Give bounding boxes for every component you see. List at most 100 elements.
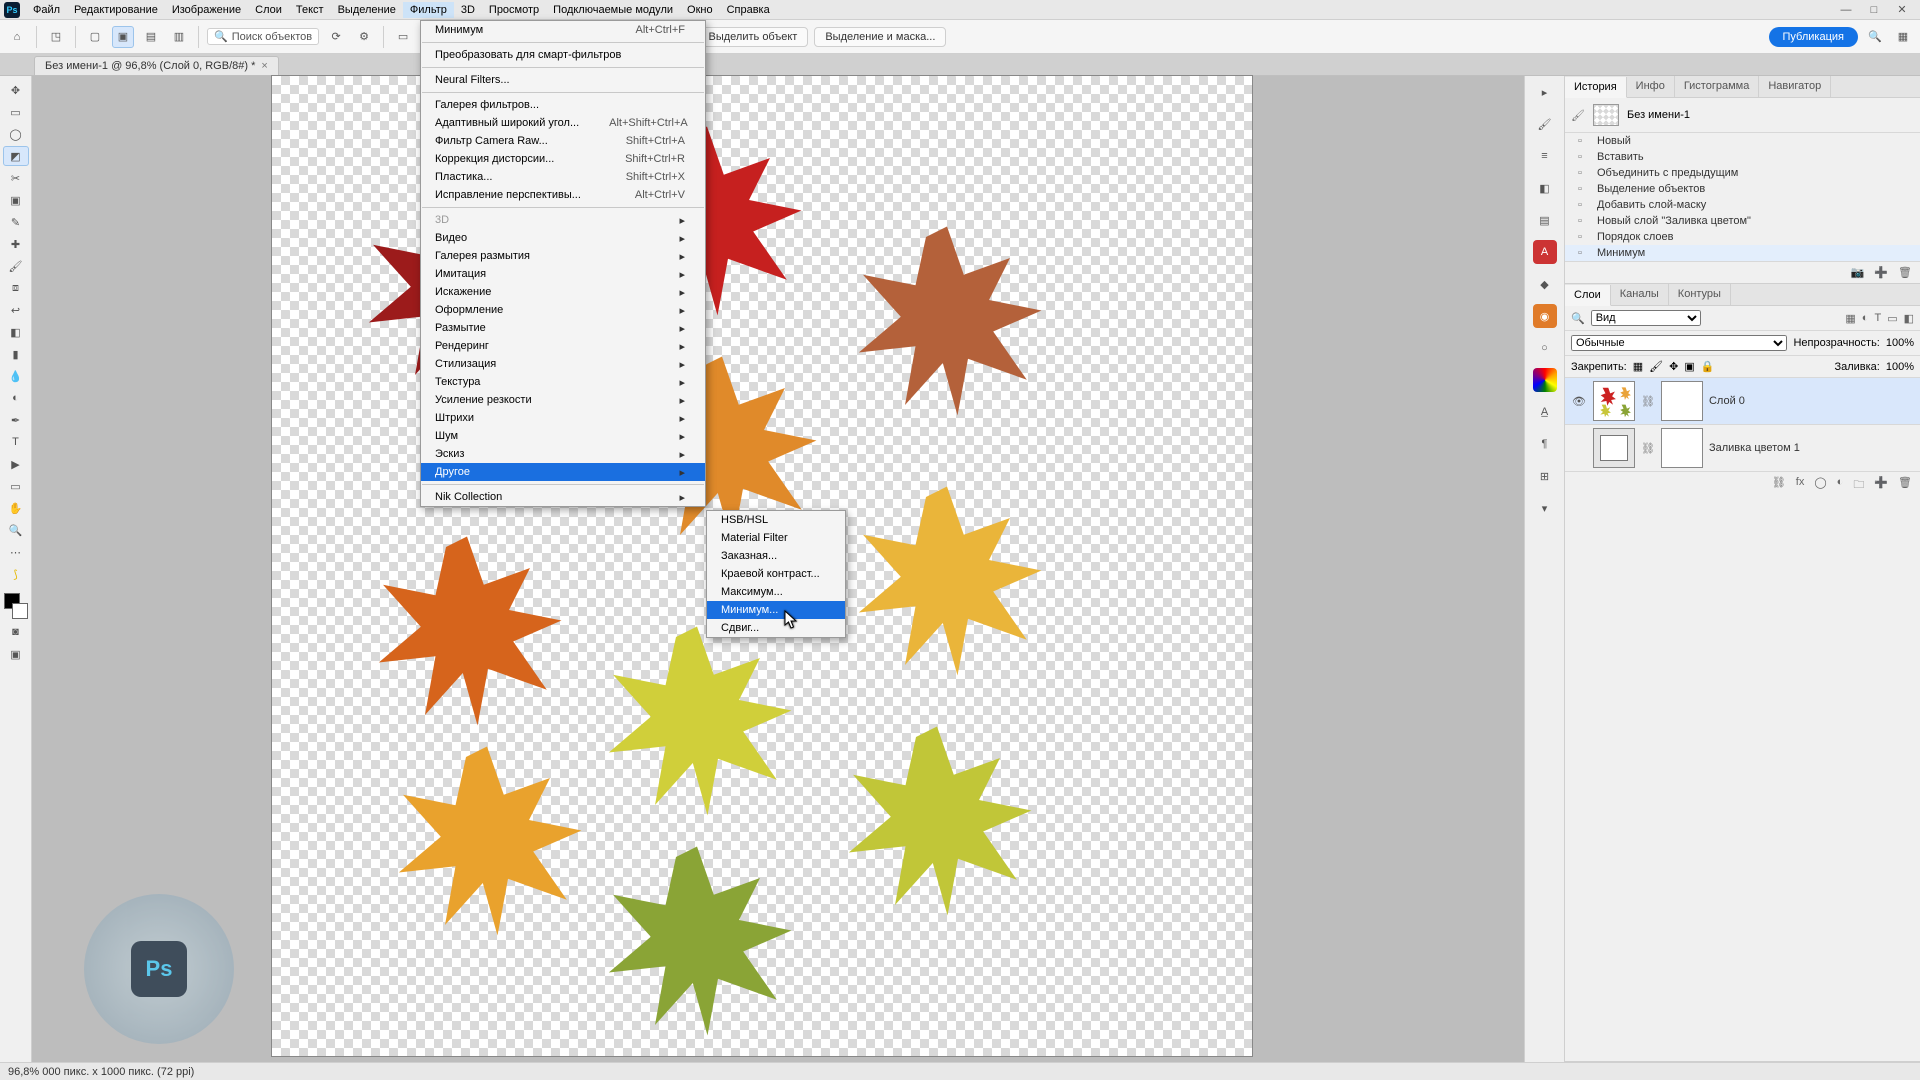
menu-group-blur[interactable]: Размытие▸ — [421, 319, 705, 337]
new-selection-icon[interactable]: ▢ — [84, 26, 106, 48]
heal-tool-icon[interactable]: ✚ — [3, 234, 29, 254]
menu-window[interactable]: Окно — [680, 2, 720, 18]
shapes-panel-icon[interactable]: ◆ — [1533, 272, 1557, 296]
frame-tool-icon[interactable]: ▣ — [3, 190, 29, 210]
menu-group-blur-gallery[interactable]: Галерея размытия▸ — [421, 247, 705, 265]
filter-smart-icon[interactable]: ◧ — [1904, 312, 1914, 325]
menu-file[interactable]: Файл — [26, 2, 67, 18]
submenu-custom[interactable]: Заказная... — [707, 547, 845, 565]
menu-item-last-filter[interactable]: МинимумAlt+Ctrl+F — [421, 21, 705, 39]
zoom-tool-icon[interactable]: 🔍 — [3, 520, 29, 540]
mode-rect-icon[interactable]: ▭ — [392, 26, 414, 48]
layer-name[interactable]: Заливка цветом 1 — [1709, 442, 1800, 454]
link-icon[interactable]: ⛓ — [1641, 442, 1655, 455]
shape-tool-icon[interactable]: ▭ — [3, 476, 29, 496]
menu-plugins[interactable]: Подключаемые модули — [546, 2, 680, 18]
dodge-tool-icon[interactable]: ◐ — [3, 388, 29, 408]
menu-group-render[interactable]: Рендеринг▸ — [421, 337, 705, 355]
blend-mode-select[interactable]: Обычные — [1571, 335, 1787, 351]
link-icon[interactable]: ⛓ — [1641, 395, 1655, 408]
brush-tool-icon[interactable]: 🖌 — [3, 256, 29, 276]
menu-group-3d[interactable]: 3D▸ — [421, 211, 705, 229]
menu-item-gallery[interactable]: Галерея фильтров... — [421, 96, 705, 114]
object-finder[interactable]: 🔍 Поиск объектов — [207, 28, 319, 45]
menu-help[interactable]: Справка — [720, 2, 777, 18]
add-selection-icon[interactable]: ▣ — [112, 26, 134, 48]
filter-kind-icon[interactable]: 🔍 — [1571, 312, 1585, 325]
menu-item-lens[interactable]: Коррекция дисторсии...Shift+Ctrl+R — [421, 150, 705, 168]
close-tab-icon[interactable]: × — [261, 60, 267, 72]
menu-view[interactable]: Просмотр — [482, 2, 546, 18]
adjust-panel-icon[interactable]: ◧ — [1533, 176, 1557, 200]
layer-row[interactable]: ⛓ Заливка цветом 1 — [1565, 425, 1920, 472]
lock-all-icon[interactable]: 🔒 — [1701, 360, 1715, 373]
presets-panel-icon[interactable]: ≡ — [1533, 144, 1557, 168]
menu-item-liquify[interactable]: Пластика...Shift+Ctrl+X — [421, 168, 705, 186]
history-item[interactable]: ▫Добавить слой-маску — [1565, 197, 1920, 213]
menu-image[interactable]: Изображение — [165, 2, 248, 18]
subtract-selection-icon[interactable]: ▤ — [140, 26, 162, 48]
gradient-tool-icon[interactable]: ▮ — [3, 344, 29, 364]
filter-adjust-icon[interactable]: ◐ — [1862, 312, 1869, 325]
edit-toolbar-icon[interactable]: ⋯ — [3, 542, 29, 562]
lock-pos-icon[interactable]: ✥ — [1669, 360, 1678, 373]
character-panel-icon[interactable]: A̲ — [1533, 400, 1557, 424]
type-tool-icon[interactable]: T — [3, 432, 29, 452]
pen-tool-icon[interactable]: ✒ — [3, 410, 29, 430]
lasso-tool-icon[interactable]: ◯ — [3, 124, 29, 144]
menu-select[interactable]: Выделение — [331, 2, 403, 18]
submenu-maximum[interactable]: Максимум... — [707, 583, 845, 601]
history-item[interactable]: ▫Объединить с предыдущим — [1565, 165, 1920, 181]
submenu-highpass[interactable]: Краевой контраст... — [707, 565, 845, 583]
history-item[interactable]: ▫Минимум — [1565, 245, 1920, 261]
window-minimize-icon[interactable]: — — [1832, 4, 1860, 16]
tab-navigator[interactable]: Навигатор — [1759, 76, 1831, 97]
history-brush-tool-icon[interactable]: ↩ — [3, 300, 29, 320]
menu-group-noise[interactable]: Шум▸ — [421, 427, 705, 445]
filter-type-icon[interactable]: T — [1874, 312, 1881, 325]
paragraph-panel-icon[interactable]: ¶ — [1533, 432, 1557, 456]
layer-filter-select[interactable]: Вид — [1591, 310, 1701, 326]
submenu-offset[interactable]: Сдвиг... — [707, 619, 845, 637]
blur-tool-icon[interactable]: 💧 — [3, 366, 29, 386]
hand-tool-icon[interactable]: ✋ — [3, 498, 29, 518]
submenu-hsb[interactable]: HSB/HSL — [707, 511, 845, 529]
move-tool-icon[interactable]: ✥ — [3, 80, 29, 100]
crop-tool-icon[interactable]: ✂ — [3, 168, 29, 188]
submenu-material[interactable]: Material Filter — [707, 529, 845, 547]
home-icon[interactable]: ⌂ — [6, 26, 28, 48]
snapshot-thumb[interactable] — [1593, 104, 1619, 126]
layer-fx-icon[interactable]: fx — [1796, 476, 1805, 495]
quickmask-icon[interactable]: ◙ — [3, 622, 29, 642]
tab-layers[interactable]: Слои — [1565, 285, 1611, 306]
stamp-tool-icon[interactable]: ⧈ — [3, 278, 29, 298]
marquee-tool-icon[interactable]: ▭ — [3, 102, 29, 122]
menu-group-artistic[interactable]: Имитация▸ — [421, 265, 705, 283]
menu-group-brush-strokes[interactable]: Штрихи▸ — [421, 409, 705, 427]
document-tab[interactable]: Без имени-1 @ 96,8% (Слой 0, RGB/8#) * × — [34, 56, 279, 75]
history-item[interactable]: ▫Новый — [1565, 133, 1920, 149]
fill-value[interactable]: 100% — [1886, 361, 1914, 373]
menu-group-sharpen[interactable]: Усиление резкости▸ — [421, 391, 705, 409]
screenmode-icon[interactable]: ▣ — [3, 644, 29, 664]
history-item[interactable]: ▫Вставить — [1565, 149, 1920, 165]
object-select-tool-icon[interactable]: ◩ — [3, 146, 29, 166]
layer-row[interactable]: 👁 ⛓ Слой 0 — [1565, 378, 1920, 425]
layer-name[interactable]: Слой 0 — [1709, 395, 1745, 407]
history-item[interactable]: ▫Порядок слоев — [1565, 229, 1920, 245]
menu-group-video[interactable]: Видео▸ — [421, 229, 705, 247]
tab-paths[interactable]: Контуры — [1669, 284, 1731, 305]
brush-panel-icon[interactable]: 🖌 — [1533, 112, 1557, 136]
eraser-tool-icon[interactable]: ◧ — [3, 322, 29, 342]
libraries-panel-icon[interactable]: ▤ — [1533, 208, 1557, 232]
tab-info[interactable]: Инфо — [1627, 76, 1675, 97]
color-swatches[interactable] — [3, 592, 29, 620]
delete-state-icon[interactable]: 🗑 — [1898, 266, 1912, 279]
play-action-icon[interactable]: ▸ — [1533, 80, 1557, 104]
more-panel-icon[interactable]: ▾ — [1533, 496, 1557, 520]
new-group-icon[interactable]: 🗀 — [1853, 476, 1864, 495]
menu-edit[interactable]: Редактирование — [67, 2, 165, 18]
publish-button[interactable]: Публикация — [1769, 27, 1858, 47]
menu-item-neural[interactable]: Neural Filters... — [421, 71, 705, 89]
opacity-value[interactable]: 100% — [1886, 337, 1914, 349]
